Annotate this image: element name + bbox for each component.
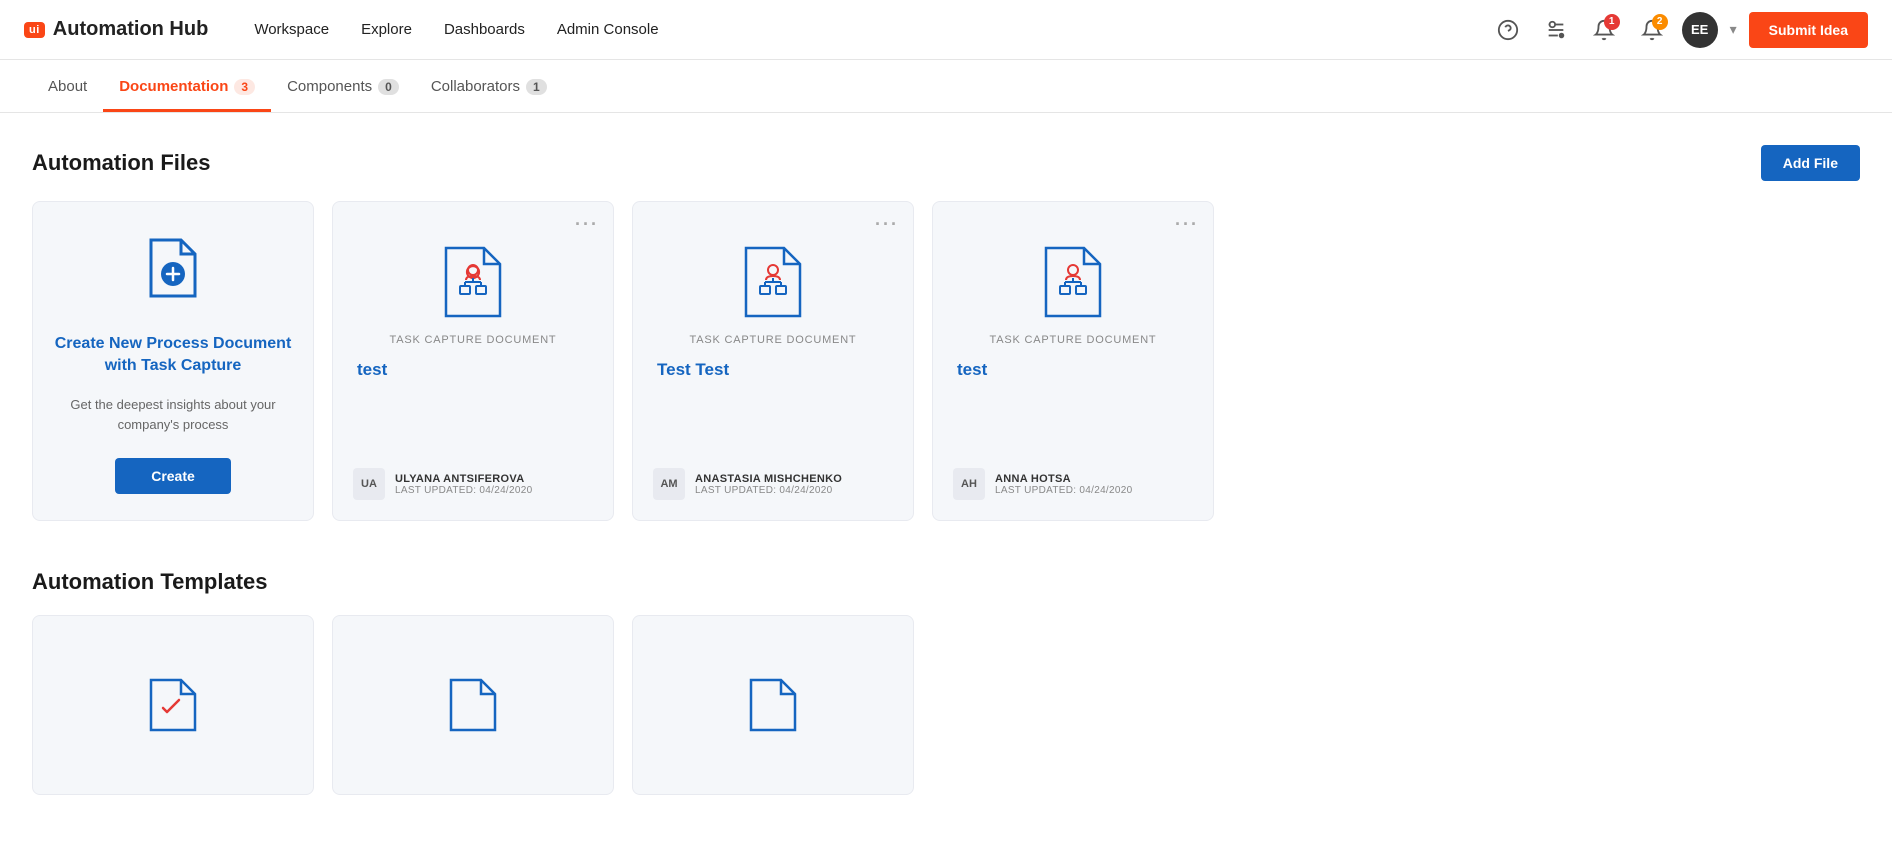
user-avatar-1: AM bbox=[653, 468, 685, 500]
header: ui Automation Hub Workspace Explore Dash… bbox=[0, 0, 1892, 60]
create-card-description: Get the deepest insights about your comp… bbox=[53, 395, 293, 434]
template-card-0 bbox=[32, 615, 314, 795]
secondary-notification-button[interactable]: 2 bbox=[1634, 12, 1670, 48]
documentation-badge: 3 bbox=[234, 79, 255, 95]
filter-button[interactable] bbox=[1538, 12, 1574, 48]
card-footer-0: UA ULYANA ANTSIFEROVA LAST UPDATED: 04/2… bbox=[353, 468, 593, 500]
notification-badge-2: 2 bbox=[1652, 14, 1668, 30]
card-type-label-2: TASK CAPTURE DOCUMENT bbox=[953, 334, 1193, 346]
user-avatar-0: UA bbox=[353, 468, 385, 500]
filter-icon bbox=[1545, 19, 1567, 41]
user-info-2: ANNA HOTSA LAST UPDATED: 04/24/2020 bbox=[995, 473, 1132, 496]
automation-files-title: Automation Files bbox=[32, 150, 210, 176]
tab-documentation[interactable]: Documentation 3 bbox=[103, 60, 271, 112]
card-title-0[interactable]: test bbox=[353, 360, 391, 380]
nav-explore[interactable]: Explore bbox=[347, 13, 426, 46]
user-name-2: ANNA HOTSA bbox=[995, 473, 1132, 485]
main-nav: Workspace Explore Dashboards Admin Conso… bbox=[240, 13, 1489, 46]
user-date-0: LAST UPDATED: 04/24/2020 bbox=[395, 485, 532, 496]
submit-idea-button[interactable]: Submit Idea bbox=[1749, 12, 1868, 48]
document-card-2: ··· TASK CAPTURE DOCUMENT test bbox=[932, 201, 1214, 521]
components-badge: 0 bbox=[378, 79, 399, 95]
template-icon-1 bbox=[445, 674, 501, 736]
card-type-label-0: TASK CAPTURE DOCUMENT bbox=[353, 334, 593, 346]
doc-icon-1 bbox=[653, 242, 893, 322]
collaborators-badge: 1 bbox=[526, 79, 547, 95]
user-name-1: ANASTASIA MISHCHENKO bbox=[695, 473, 842, 485]
user-info-0: ULYANA ANTSIFEROVA LAST UPDATED: 04/24/2… bbox=[395, 473, 532, 496]
create-document-icon bbox=[141, 232, 205, 313]
nav-dashboards[interactable]: Dashboards bbox=[430, 13, 539, 46]
header-actions: 1 2 EE ▾ Submit Idea bbox=[1490, 12, 1868, 48]
logo[interactable]: ui Automation Hub bbox=[24, 18, 208, 41]
doc-icon-0 bbox=[353, 242, 593, 322]
user-avatar-2: AH bbox=[953, 468, 985, 500]
template-icon-0 bbox=[145, 674, 201, 736]
card-title-1[interactable]: Test Test bbox=[653, 360, 733, 380]
logo-badge: ui bbox=[24, 22, 45, 38]
tab-about[interactable]: About bbox=[32, 60, 103, 112]
user-date-1: LAST UPDATED: 04/24/2020 bbox=[695, 485, 842, 496]
automation-templates-section: Automation Templates bbox=[32, 569, 1860, 795]
template-cards-grid bbox=[32, 615, 1860, 795]
template-icon-2 bbox=[745, 674, 801, 736]
avatar-chevron: ▾ bbox=[1730, 21, 1737, 38]
card-menu-0[interactable]: ··· bbox=[575, 214, 599, 235]
help-button[interactable] bbox=[1490, 12, 1526, 48]
card-menu-2[interactable]: ··· bbox=[1175, 214, 1199, 235]
create-document-card: Create New Process Document with Task Ca… bbox=[32, 201, 314, 521]
automation-files-grid: Create New Process Document with Task Ca… bbox=[32, 201, 1860, 521]
template-card-2 bbox=[632, 615, 914, 795]
create-document-button[interactable]: Create bbox=[115, 458, 231, 494]
tab-collaborators[interactable]: Collaborators 1 bbox=[415, 60, 563, 112]
card-footer-1: AM ANASTASIA MISHCHENKO LAST UPDATED: 04… bbox=[653, 468, 893, 500]
tab-components[interactable]: Components 0 bbox=[271, 60, 415, 112]
help-icon bbox=[1497, 19, 1519, 41]
card-menu-1[interactable]: ··· bbox=[875, 214, 899, 235]
user-date-2: LAST UPDATED: 04/24/2020 bbox=[995, 485, 1132, 496]
main-content: Automation Files Add File Create New Pro… bbox=[0, 113, 1892, 835]
notification-button[interactable]: 1 bbox=[1586, 12, 1622, 48]
automation-files-header: Automation Files Add File bbox=[32, 145, 1860, 181]
user-info-1: ANASTASIA MISHCHENKO LAST UPDATED: 04/24… bbox=[695, 473, 842, 496]
document-card-0: ··· TASK CAPTURE DO bbox=[332, 201, 614, 521]
card-title-2[interactable]: test bbox=[953, 360, 991, 380]
tabs-bar: About Documentation 3 Components 0 Colla… bbox=[0, 60, 1892, 113]
nav-admin-console[interactable]: Admin Console bbox=[543, 13, 673, 46]
card-footer-2: AH ANNA HOTSA LAST UPDATED: 04/24/2020 bbox=[953, 468, 1193, 500]
document-card-1: ··· TASK CAPTURE DOCUMENT Test Test bbox=[632, 201, 914, 521]
add-file-button[interactable]: Add File bbox=[1761, 145, 1860, 181]
user-avatar-button[interactable]: EE bbox=[1682, 12, 1718, 48]
template-card-1 bbox=[332, 615, 614, 795]
notification-badge-1: 1 bbox=[1604, 14, 1620, 30]
logo-text: Automation Hub bbox=[53, 18, 209, 41]
create-card-title: Create New Process Document with Task Ca… bbox=[53, 333, 293, 378]
doc-icon-2 bbox=[953, 242, 1193, 322]
automation-templates-title: Automation Templates bbox=[32, 569, 1860, 595]
card-type-label-1: TASK CAPTURE DOCUMENT bbox=[653, 334, 893, 346]
nav-workspace[interactable]: Workspace bbox=[240, 13, 343, 46]
user-name-0: ULYANA ANTSIFEROVA bbox=[395, 473, 532, 485]
